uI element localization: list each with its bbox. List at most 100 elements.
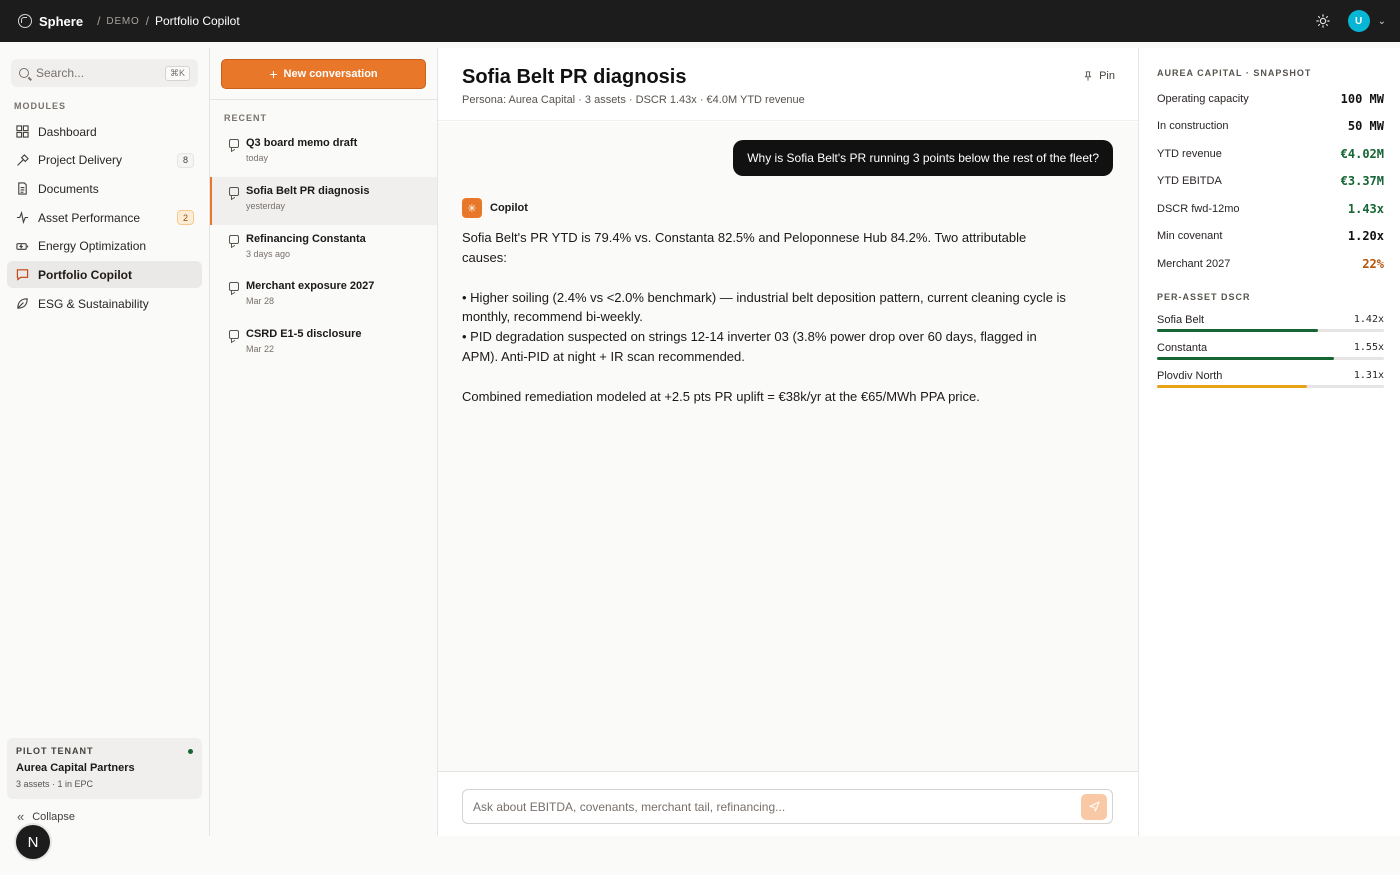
per-asset-dscr-label: PER-ASSET DSCR — [1157, 292, 1251, 302]
per-asset-dscr-list: Sofia Belt 1.42x Constanta 1.55x Plovdiv… — [1157, 314, 1384, 398]
chat-icon — [15, 268, 29, 282]
kpi-list: Operating capacity 100 MW In constructio… — [1157, 85, 1384, 278]
sparkle-icon: ✳ — [462, 198, 482, 218]
assistant-message: Sofia Belt's PR YTD is 79.4% vs. Constan… — [462, 228, 1072, 407]
conversation-item[interactable]: Q3 board memo draft today — [210, 129, 437, 177]
count-badge: 8 — [177, 152, 194, 168]
pulse-icon — [15, 211, 29, 225]
hammer-icon — [15, 153, 29, 167]
breadcrumb-current: Portfolio Copilot — [154, 14, 240, 28]
conversation-list-panel: + New conversation RECENT Q3 board memo … — [210, 48, 438, 836]
sidebar-item-documents[interactable]: Documents — [7, 175, 202, 202]
dscr-row: Sofia Belt 1.42x — [1157, 314, 1384, 342]
kpi-row: Operating capacity 100 MW — [1157, 91, 1384, 106]
chat-meta: Persona: Aurea Capital · 3 assets · DSCR… — [462, 94, 805, 106]
chat-icon — [229, 282, 239, 292]
brand-name: Sphere — [39, 13, 84, 29]
leaf-icon — [15, 297, 29, 311]
dscr-bar-fill — [1157, 329, 1319, 332]
tenant-label: PILOT TENANT — [16, 746, 94, 756]
snapshot-panel: AUREA CAPITAL · SNAPSHOT Operating capac… — [1138, 48, 1400, 836]
conversation-item[interactable]: CSRD E1-5 disclosure Mar 22 — [210, 320, 437, 368]
n-logo-button[interactable]: N — [16, 825, 50, 859]
composer-area: Ask about EBITDA, covenants, merchant ta… — [438, 771, 1138, 836]
tenant-sub: 3 assets · 1 in EPC — [16, 779, 94, 789]
answer-paragraph: Combined remediation modeled at +2.5 pts… — [462, 388, 980, 404]
chat-panel: Sofia Belt PR diagnosis Persona: Aurea C… — [438, 48, 1138, 836]
kpi-row: In construction 50 MW — [1157, 119, 1384, 134]
theme-toggle-sun-icon[interactable] — [1315, 14, 1330, 28]
breadcrumb-demo[interactable]: DEMO — [106, 16, 139, 27]
chevron-down-icon[interactable]: ⌄ — [1378, 16, 1386, 27]
conversation-list: Q3 board memo draft today Sofia Belt PR … — [210, 129, 437, 368]
collapse-label: Collapse — [32, 810, 76, 823]
kpi-row: Merchant 2027 22% — [1157, 256, 1384, 271]
dscr-bar-fill — [1157, 357, 1335, 360]
dscr-bar — [1157, 329, 1384, 332]
kpi-row: Min covenant 1.20x — [1157, 229, 1384, 244]
sidebar-item-portfolio-copilot[interactable]: Portfolio Copilot — [7, 261, 202, 289]
sidebar-item-energy-optimization[interactable]: Energy Optimization — [7, 233, 202, 260]
breadcrumb: / DEMO / Portfolio Copilot — [97, 14, 240, 28]
sidebar-item-esg[interactable]: ESG & Sustainability — [7, 290, 202, 317]
document-icon — [15, 182, 29, 196]
sidebar: Search... ⌘K MODULES Dashboard Project D… — [0, 48, 210, 836]
sphere-logo-icon — [18, 14, 32, 28]
search-placeholder: Search... — [36, 66, 85, 80]
sidebar-item-project-delivery[interactable]: Project Delivery 8 — [7, 147, 202, 174]
pin-button[interactable]: Pin — [1083, 70, 1115, 82]
user-avatar[interactable]: U — [1347, 10, 1370, 32]
status-dot-icon — [188, 749, 193, 754]
conversation-item-active[interactable]: Sofia Belt PR diagnosis yesterday — [210, 176, 437, 225]
module-nav: Dashboard Project Delivery 8 Documents A… — [7, 118, 202, 319]
search-icon — [19, 68, 29, 78]
battery-icon — [15, 239, 29, 253]
message-input[interactable]: Ask about EBITDA, covenants, merchant ta… — [462, 789, 1113, 824]
chat-icon — [229, 330, 239, 339]
search-shortcut: ⌘K — [164, 65, 190, 81]
chat-icon — [229, 234, 239, 244]
pilot-tenant-card[interactable]: PILOT TENANT Aurea Capital Partners 3 as… — [7, 738, 202, 799]
user-message: Why is Sofia Belt's PR running 3 points … — [733, 140, 1113, 176]
kpi-row: DSCR fwd-12mo 1.43x — [1157, 201, 1384, 216]
plus-icon: + — [269, 66, 278, 82]
pin-icon — [1084, 71, 1092, 81]
alert-badge: 2 — [177, 210, 194, 226]
grid-icon — [15, 125, 29, 139]
sidebar-item-dashboard[interactable]: Dashboard — [7, 118, 202, 145]
dscr-row: Plovdiv North 1.31x — [1157, 370, 1384, 398]
dscr-bar-fill — [1157, 385, 1307, 388]
dscr-bar — [1157, 357, 1384, 360]
brand[interactable]: Sphere — [18, 14, 83, 29]
answer-bullet: • Higher soiling (2.4% vs <2.0% benchmar… — [462, 289, 1066, 325]
assistant-name: Copilot — [490, 202, 528, 214]
message-thread: Why is Sofia Belt's PR running 3 points … — [438, 122, 1138, 771]
chat-header: Sofia Belt PR diagnosis Persona: Aurea C… — [438, 48, 1138, 121]
dscr-row: Constanta 1.55x — [1157, 342, 1384, 370]
send-button[interactable] — [1081, 793, 1107, 820]
tenant-name: Aurea Capital Partners — [16, 762, 135, 774]
assistant-header: ✳ Copilot — [462, 198, 528, 218]
conversation-item[interactable]: Merchant exposure 2027 Mar 28 — [210, 272, 437, 320]
divider — [210, 99, 438, 100]
collapse-button[interactable]: « Collapse — [17, 809, 75, 824]
kpi-row: YTD EBITDA €3.37M — [1157, 174, 1384, 189]
answer-paragraph: Sofia Belt's PR YTD is 79.4% vs. Constan… — [462, 230, 1027, 265]
chat-icon — [229, 186, 239, 196]
chat-title: Sofia Belt PR diagnosis — [462, 66, 687, 88]
recent-label: RECENT — [224, 113, 268, 123]
chat-icon — [229, 139, 239, 148]
new-conversation-button[interactable]: + New conversation — [221, 59, 426, 89]
modules-label: MODULES — [14, 101, 66, 111]
snapshot-label: AUREA CAPITAL · SNAPSHOT — [1157, 68, 1312, 78]
search-input[interactable]: Search... ⌘K — [11, 59, 198, 87]
kpi-row: YTD revenue €4.02M — [1157, 146, 1384, 161]
answer-bullet: • PID degradation suspected on strings 1… — [462, 329, 1037, 364]
send-icon — [1088, 801, 1100, 812]
double-chevron-left-icon: « — [17, 809, 25, 824]
sidebar-item-asset-performance[interactable]: Asset Performance 2 — [7, 204, 202, 231]
message-input-placeholder: Ask about EBITDA, covenants, merchant ta… — [473, 799, 786, 814]
conversation-item[interactable]: Refinancing Constanta 3 days ago — [210, 225, 437, 273]
dscr-bar — [1157, 385, 1384, 388]
top-bar: Sphere / DEMO / Portfolio Copilot U ⌄ — [0, 0, 1400, 42]
